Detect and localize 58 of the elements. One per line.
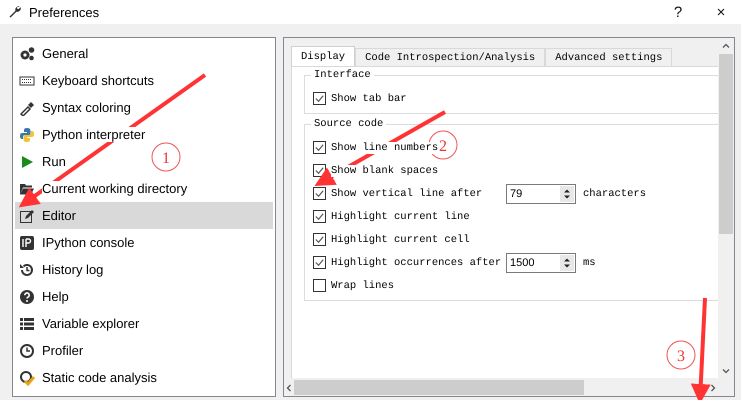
spin-box[interactable]: 1500: [506, 252, 576, 272]
snake-logo-icon: [19, 126, 35, 142]
spin-arrows-icon[interactable]: [560, 254, 574, 270]
eyedropper-icon: [19, 100, 35, 116]
option-label: Wrap lines: [331, 280, 394, 292]
sidebar-item[interactable]: Static code analysis: [15, 364, 161, 391]
option-label: Show tab bar: [331, 92, 407, 104]
close-button[interactable]: ×: [701, 0, 741, 24]
option-label: Highlight current cell: [331, 234, 470, 246]
sidebar-item[interactable]: Current working directory: [15, 175, 192, 202]
option-label: Show vertical line after: [331, 188, 482, 200]
scroll-left-icon[interactable]: [284, 382, 294, 392]
wrench-icon: [8, 5, 22, 19]
checkbox[interactable]: [313, 210, 326, 223]
checkbox[interactable]: [313, 233, 326, 246]
tab[interactable]: Display: [291, 46, 356, 66]
unit-label: characters: [583, 188, 646, 200]
clock-icon: [19, 342, 35, 358]
sidebar-item[interactable]: General: [15, 40, 92, 67]
checkbox[interactable]: [313, 187, 326, 200]
checkbox[interactable]: [313, 141, 326, 154]
checkbox[interactable]: [313, 92, 326, 105]
tab[interactable]: Code Introspection/Analysis: [355, 48, 546, 66]
edit-icon: [19, 208, 35, 224]
annotation-number: 1: [152, 142, 180, 172]
horizontal-scrollbar[interactable]: [284, 379, 718, 396]
scroll-right-icon[interactable]: [708, 382, 718, 392]
sidebar-item[interactable]: Variable explorer: [15, 310, 144, 337]
sidebar-item[interactable]: Syntax coloring: [15, 94, 135, 121]
tab[interactable]: Advanced settings: [545, 48, 672, 66]
spin-arrows-icon[interactable]: [560, 186, 574, 202]
option-label: Show line numbers: [331, 142, 438, 154]
sidebar-item[interactable]: Run: [15, 148, 70, 175]
sidebar-item[interactable]: Profiler: [15, 337, 88, 364]
sidebar-item[interactable]: Keyboard shortcuts: [15, 67, 158, 94]
option-label: Highlight occurrences after: [331, 256, 502, 268]
sidebar-item[interactable]: IPython console: [15, 229, 139, 256]
sidebar-item[interactable]: Python interpreter: [15, 121, 150, 148]
list-icon: [19, 316, 35, 332]
magnifier-check-icon: [19, 370, 35, 386]
sidebar-item[interactable]: Editor: [15, 202, 273, 229]
option-label: Show blank spaces: [331, 164, 438, 176]
scroll-down-icon[interactable]: [721, 366, 731, 376]
checkbox[interactable]: [313, 256, 326, 269]
play-icon: [19, 154, 35, 170]
spin-box[interactable]: 79: [506, 184, 576, 204]
annotation-number: 3: [666, 340, 696, 370]
gears-icon: [19, 46, 35, 62]
help-button[interactable]: ?: [658, 0, 698, 24]
checkbox[interactable]: [313, 279, 326, 292]
sidebar-item[interactable]: History log: [15, 256, 108, 283]
history-icon: [19, 262, 35, 278]
option-label: Highlight current line: [331, 210, 470, 222]
unit-label: ms: [583, 256, 596, 268]
console-icon: [19, 234, 35, 250]
window-title: Preferences: [29, 4, 100, 20]
help-icon: [19, 288, 35, 304]
sidebar-item[interactable]: Help: [15, 283, 73, 310]
